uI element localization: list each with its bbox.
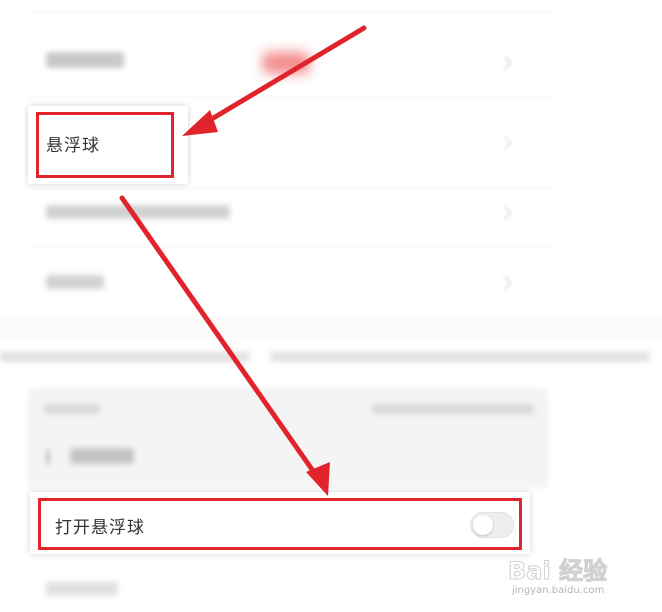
arrow-to-toggle-row — [119, 195, 321, 481]
watermark-url: jingyan.baidu.com — [512, 585, 605, 596]
arrowhead-icon — [182, 110, 218, 136]
watermark: Bai 经验 jingyan.baidu.com — [507, 545, 648, 601]
arrow-to-float-ball — [197, 25, 367, 129]
annotation-arrows — [119, 25, 367, 496]
watermark-logo: Bai 经验 — [507, 557, 608, 586]
